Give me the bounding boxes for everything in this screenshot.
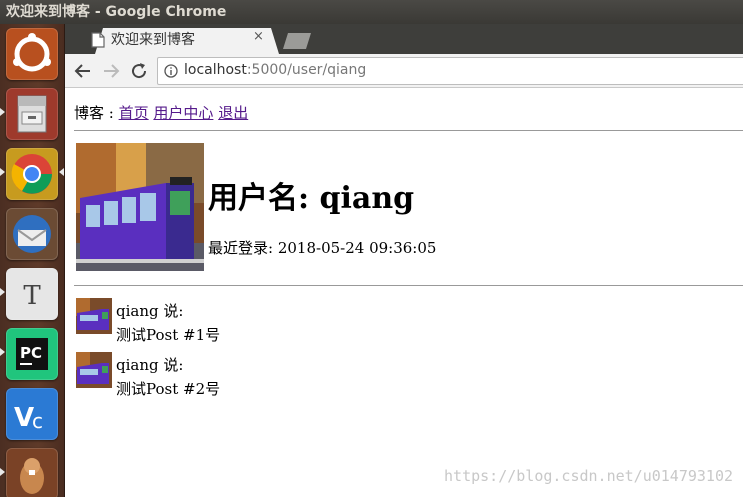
tab-title: 欢迎来到博客 <box>111 32 195 48</box>
post-author: qiang 说: <box>116 302 184 320</box>
tab-close-icon[interactable]: × <box>253 29 264 44</box>
post-body: 测试Post #1号 <box>116 326 221 344</box>
svg-text:c: c <box>32 409 43 433</box>
running-indicator <box>0 468 5 476</box>
svg-text:PC: PC <box>20 344 42 362</box>
post-body: 测试Post #2号 <box>116 380 221 398</box>
chrome-icon[interactable] <box>6 148 58 200</box>
nav-prefix: 博客 : <box>74 104 114 122</box>
post-item: qiang 说: 测试Post #1号 <box>76 298 736 348</box>
forward-button[interactable] <box>99 59 123 83</box>
divider <box>74 130 743 131</box>
forward-arrow-icon <box>104 64 120 78</box>
running-indicator <box>0 288 5 296</box>
info-icon[interactable] <box>164 64 178 78</box>
url-path: :5000/user/qiang <box>246 62 367 78</box>
vnc-icon[interactable]: Vc <box>6 388 58 440</box>
back-button[interactable] <box>71 59 95 83</box>
text-editor-icon[interactable]: T <box>6 268 58 320</box>
svg-text:T: T <box>23 281 41 311</box>
running-indicator <box>0 348 5 356</box>
post-avatar <box>76 352 112 388</box>
address-bar[interactable]: localhost:5000/user/qiang <box>157 57 743 85</box>
nav-home-link[interactable]: 首页 <box>119 104 149 122</box>
user-avatar <box>76 143 204 271</box>
page-icon <box>91 32 105 48</box>
nav-logout-link[interactable]: 退出 <box>218 104 248 122</box>
reload-icon <box>132 63 147 79</box>
browser-toolbar: localhost:5000/user/qiang <box>65 54 743 88</box>
pycharm-icon[interactable]: PC <box>6 328 58 380</box>
divider <box>74 285 743 286</box>
file-cabinet-icon[interactable] <box>6 88 58 140</box>
site-nav: 博客 : 首页 用户中心 退出 <box>74 102 248 123</box>
reload-button[interactable] <box>127 59 151 83</box>
back-arrow-icon <box>74 64 90 78</box>
running-indicator <box>0 168 5 176</box>
thunderbird-icon[interactable] <box>6 208 58 260</box>
unity-launcher: T PC Vc <box>0 24 65 497</box>
last-seen: 最近登录: 2018-05-24 09:36:05 <box>208 239 437 257</box>
beaver-icon[interactable] <box>6 448 58 497</box>
url-text: localhost:5000/user/qiang <box>184 62 366 78</box>
browser-window: 欢迎来到博客 × localhost:5000/user/qiang 博客 : … <box>65 24 743 497</box>
username-heading: 用户名: qiang <box>208 181 415 216</box>
tab-strip: 欢迎来到博客 × <box>65 24 743 54</box>
post-author: qiang 说: <box>116 356 184 374</box>
new-tab-button[interactable] <box>283 33 311 49</box>
active-indicator <box>59 168 64 176</box>
ubuntu-dash-icon[interactable] <box>6 28 58 80</box>
nav-user-center-link[interactable]: 用户中心 <box>153 104 213 122</box>
watermark: https://blog.csdn.net/u014793102 <box>444 467 733 485</box>
post-item: qiang 说: 测试Post #2号 <box>76 352 736 402</box>
post-avatar <box>76 298 112 334</box>
url-host: localhost <box>184 62 247 78</box>
web-page: 博客 : 首页 用户中心 退出 用户名: qiang 最近登录: 2018-05… <box>65 89 743 497</box>
window-title: 欢迎来到博客 - Google Chrome <box>0 0 743 24</box>
running-indicator <box>0 108 5 116</box>
